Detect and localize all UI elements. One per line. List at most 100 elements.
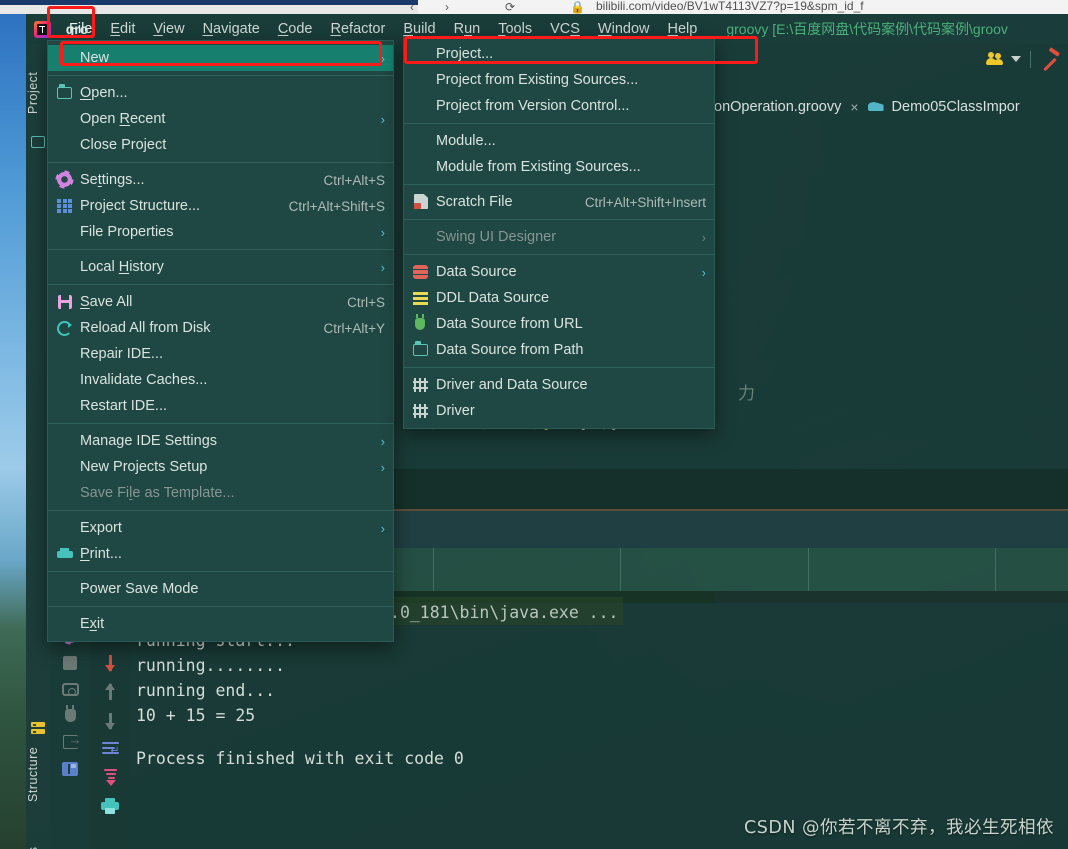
menu-item-project-from-version-control[interactable]: Project from Version Control...: [404, 93, 714, 119]
screen-root: ‹ › ⟳ 🔒 bilibili.com/video/BV1wT4113VZ7?…: [0, 0, 1068, 849]
menu-item-manage-ide-settings[interactable]: Manage IDE Settings ›: [48, 428, 393, 454]
menu-item-label: File Properties: [80, 224, 174, 240]
chevron-right-icon: ›: [380, 433, 385, 449]
menu-view[interactable]: View: [144, 19, 193, 39]
menu-item-label: Settings...: [80, 172, 145, 188]
menu-item-invalidate-caches[interactable]: Invalidate Caches...: [48, 367, 393, 393]
menu-item-shortcut: Ctrl+S: [347, 294, 385, 310]
file-menu-dropdown[interactable]: New › Open... Open Recent › Close Project Sett…: [47, 40, 394, 642]
chevron-right-icon: ›: [380, 224, 385, 240]
chevron-down-icon[interactable]: [1011, 56, 1021, 62]
soft-up-icon[interactable]: [104, 683, 115, 700]
browser-reload-icon[interactable]: ⟳: [505, 0, 515, 14]
menu-item-data-source[interactable]: Data Source ›: [404, 259, 714, 285]
menu-separator: [48, 249, 393, 250]
menu-item-label: Project from Version Control...: [436, 98, 630, 114]
menu-item-new-projects-setup[interactable]: New Projects Setup ›: [48, 454, 393, 480]
menu-separator: [48, 75, 393, 76]
menu-item-label: Repair IDE...: [80, 346, 163, 362]
editor-tab-label-1[interactable]: onOperation.groovy: [714, 99, 841, 115]
stop-icon[interactable]: [63, 656, 77, 670]
plug-icon: [410, 314, 432, 333]
menu-item-new[interactable]: New ›: [48, 45, 393, 71]
menu-item-project-from-existing-sources[interactable]: Project from Existing Sources...: [404, 67, 714, 93]
new-submenu-dropdown[interactable]: Project... Project from Existing Sources.…: [403, 36, 715, 429]
editor-band-c: [391, 511, 1068, 548]
menu-item-settings[interactable]: Settings... Ctrl+Alt+S: [48, 167, 393, 193]
menu-item-driver-and-data-source[interactable]: Driver and Data Source: [404, 372, 714, 398]
watermark-text: CSDN @你若不离不弃，我必生死相依: [744, 818, 1054, 838]
menu-item-file-properties[interactable]: File Properties ›: [48, 219, 393, 245]
menu-item-icon-slot: [54, 223, 76, 241]
menu-item-icon-slot: [410, 45, 432, 63]
menu-item-label: Data Source from URL: [436, 316, 583, 332]
people-icon[interactable]: [985, 52, 1005, 66]
menu-item-scratch-file[interactable]: Scratch File Ctrl+Alt+Shift+Insert: [404, 189, 714, 215]
close-icon[interactable]: ×: [848, 99, 860, 115]
menu-item-label: Driver: [436, 403, 475, 419]
browser-tabstrip: [0, 5, 418, 14]
menu-item-open-recent[interactable]: Open Recent ›: [48, 106, 393, 132]
menu-refactor[interactable]: Refactor: [322, 19, 395, 39]
menu-item-data-source-from-path[interactable]: Data Source from Path: [404, 337, 714, 363]
menu-item-repair-ide[interactable]: Repair IDE...: [48, 341, 393, 367]
menu-item-swing-ui-designer: Swing UI Designer ›: [404, 224, 714, 250]
editor-tab-label-2[interactable]: Demo05ClassImpor: [892, 99, 1020, 115]
bookmarks-icon: [31, 722, 45, 734]
layout-icon[interactable]: [62, 762, 78, 776]
export-icon[interactable]: [62, 732, 82, 749]
menu-item-driver[interactable]: Driver: [404, 398, 714, 424]
menu-item-shortcut: Ctrl+Alt+Shift+Insert: [584, 194, 706, 210]
soft-wrap-icon[interactable]: [101, 742, 120, 757]
menu-item-label: Data Source from Path: [436, 342, 584, 358]
menu-item-label: New: [80, 50, 110, 66]
menu-item-icon-slot: [410, 228, 432, 246]
arrow-down-icon[interactable]: [104, 655, 115, 672]
chevron-right-icon: ›: [380, 111, 385, 127]
menu-separator: [48, 162, 393, 163]
menu-item-data-source-from-url[interactable]: Data Source from URL: [404, 311, 714, 337]
menu-separator: [404, 184, 714, 185]
menu-item-label: New Projects Setup: [80, 459, 208, 475]
menu-edit[interactable]: Edit: [101, 19, 144, 39]
menu-item-ddl-data-source[interactable]: DDL Data Source: [404, 285, 714, 311]
menu-navigate[interactable]: Navigate: [194, 19, 269, 39]
menu-item-save-all[interactable]: Save All Ctrl+S: [48, 289, 393, 315]
ghost-character: 力: [738, 384, 755, 403]
menu-separator: [404, 123, 714, 124]
plug-icon[interactable]: [64, 705, 76, 722]
wallpaper-left-strip: [0, 0, 26, 849]
sidebar-item-structure[interactable]: Structure: [26, 734, 50, 814]
print-icon: [54, 545, 76, 563]
sidebar-item-bookmarks[interactable]: marks: [26, 834, 50, 849]
hammer-icon[interactable]: [1040, 49, 1060, 69]
menu-item-module[interactable]: Module...: [404, 128, 714, 154]
menu-item-project-structure[interactable]: Project Structure... Ctrl+Alt+Shift+S: [48, 193, 393, 219]
groovy-file-icon: [868, 100, 885, 114]
menu-separator: [48, 606, 393, 607]
menu-item-local-history[interactable]: Local History ›: [48, 254, 393, 280]
menu-item-export[interactable]: Export ›: [48, 515, 393, 541]
menu-item-restart-ide[interactable]: Restart IDE...: [48, 393, 393, 419]
menu-item-label: Exit: [80, 616, 105, 632]
menu-separator: [404, 254, 714, 255]
print-icon[interactable]: [101, 798, 119, 814]
menu-item-project[interactable]: Project...: [404, 41, 714, 67]
menu-item-print[interactable]: Print...: [48, 541, 393, 567]
menu-item-open[interactable]: Open...: [48, 80, 393, 106]
soft-down-icon[interactable]: [104, 713, 115, 730]
menu-code[interactable]: Code: [269, 19, 322, 39]
browser-url-bar[interactable]: ‹ › ⟳ 🔒 bilibili.com/video/BV1wT4113VZ7?…: [0, 0, 1068, 14]
scroll-to-end-icon[interactable]: [102, 769, 119, 786]
menu-separator: [404, 219, 714, 220]
menu-item-module-from-existing-sources[interactable]: Module from Existing Sources...: [404, 154, 714, 180]
menu-item-close-project[interactable]: Close Project: [48, 132, 393, 158]
menu-item-power-save-mode[interactable]: Power Save Mode: [48, 576, 393, 602]
menu-item-exit[interactable]: Exit: [48, 611, 393, 637]
browser-back-icon[interactable]: ‹: [410, 0, 414, 14]
camera-icon[interactable]: [61, 683, 79, 696]
menu-item-reload-all-from-disk[interactable]: Reload All from Disk Ctrl+Alt+Y: [48, 315, 393, 341]
browser-forward-icon[interactable]: ›: [445, 0, 449, 14]
menu-item-icon-slot: [54, 484, 76, 502]
console-line: Process finished with exit code 0: [136, 749, 464, 768]
